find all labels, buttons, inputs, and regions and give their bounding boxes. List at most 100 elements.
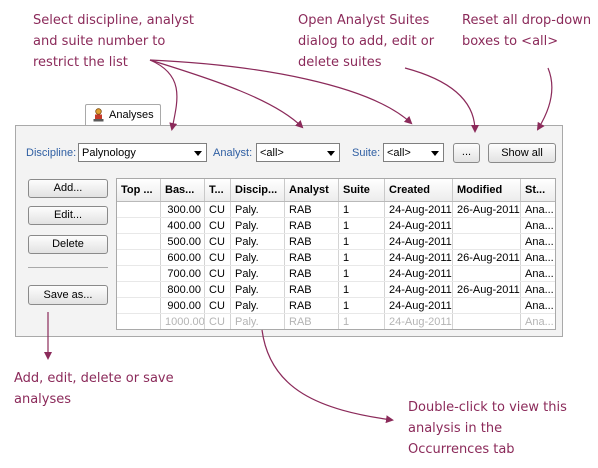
col-header-status[interactable]: St... (521, 179, 555, 201)
cell-top (117, 282, 161, 297)
cell-analyst: RAB (285, 282, 339, 297)
table-row[interactable]: 800.00 CU Paly. RAB 1 24-Aug-2011 26-Aug… (117, 282, 555, 298)
cell-status: Ana... (521, 266, 555, 281)
cell-created: 24-Aug-2011 (385, 218, 453, 233)
cell-status: Ana... (521, 234, 555, 249)
cell-base: 700.00 (161, 266, 205, 281)
cell-modified (453, 298, 521, 313)
col-header-type[interactable]: T... (205, 179, 231, 201)
cell-status: Ana... (521, 298, 555, 313)
cell-suite: 1 (339, 202, 385, 217)
cell-modified (453, 314, 521, 329)
cell-suite: 1 (339, 250, 385, 265)
col-header-modified[interactable]: Modified (453, 179, 521, 201)
cell-discipline: Paly. (231, 250, 285, 265)
arrow-to-show-all (536, 67, 553, 131)
cell-analyst: RAB (285, 234, 339, 249)
discipline-value: Palynology (82, 147, 136, 159)
cell-base: 400.00 (161, 218, 205, 233)
annotation-reset: Reset all drop-down boxes to <all> (462, 13, 592, 49)
cell-type: CU (205, 218, 231, 233)
cell-base: 500.00 (161, 234, 205, 249)
cell-type: CU (205, 250, 231, 265)
cell-discipline: Paly. (231, 202, 285, 217)
chevron-down-icon (194, 151, 202, 156)
cell-discipline: Paly. (231, 314, 285, 329)
cell-modified: 26-Aug-2011 (453, 202, 521, 217)
cell-created: 24-Aug-2011 (385, 234, 453, 249)
cell-status: Ana... (521, 202, 555, 217)
annotation-open-suites: Open Analyst Suites dialog to add, edit … (298, 13, 435, 70)
tab-analyses-label: Analyses (109, 109, 154, 121)
analyses-icon (93, 108, 104, 122)
cell-base: 1000.00 (161, 314, 205, 329)
cell-suite: 1 (339, 266, 385, 281)
cell-type: CU (205, 282, 231, 297)
discipline-select[interactable]: Palynology (78, 143, 207, 162)
cell-status: Ana... (521, 314, 555, 329)
table-header: Top ... Bas... T... Discip... Analyst Su… (117, 179, 555, 202)
cell-suite: 1 (339, 234, 385, 249)
show-all-button[interactable]: Show all (488, 143, 556, 163)
cell-top (117, 266, 161, 281)
cell-created: 24-Aug-2011 (385, 250, 453, 265)
cell-base: 600.00 (161, 250, 205, 265)
save-as-button[interactable]: Save as... (28, 285, 108, 305)
cell-base: 900.00 (161, 298, 205, 313)
cell-created: 24-Aug-2011 (385, 298, 453, 313)
table-row[interactable]: 400.00 CU Paly. RAB 1 24-Aug-2011 Ana... (117, 218, 555, 234)
table-row[interactable]: 900.00 CU Paly. RAB 1 24-Aug-2011 Ana... (117, 298, 555, 314)
table-row[interactable]: 300.00 CU Paly. RAB 1 24-Aug-2011 26-Aug… (117, 202, 555, 218)
cell-top (117, 202, 161, 217)
cell-modified (453, 266, 521, 281)
analyst-select[interactable]: <all> (256, 143, 340, 162)
col-header-base[interactable]: Bas... (161, 179, 205, 201)
cell-analyst: RAB (285, 202, 339, 217)
cell-modified (453, 218, 521, 233)
table-row[interactable]: 1000.00 CU Paly. RAB 1 24-Aug-2011 Ana..… (117, 314, 555, 329)
cell-analyst: RAB (285, 250, 339, 265)
cell-top (117, 250, 161, 265)
cell-modified: 26-Aug-2011 (453, 282, 521, 297)
analyst-label: Analyst: (213, 147, 253, 159)
arrow-to-ellipsis (404, 67, 479, 133)
tab-analyses[interactable]: Analyses (85, 104, 161, 126)
suite-select[interactable]: <all> (383, 143, 444, 162)
col-header-analyst[interactable]: Analyst (285, 179, 339, 201)
cell-created: 24-Aug-2011 (385, 314, 453, 329)
cell-modified: 26-Aug-2011 (453, 250, 521, 265)
table-row[interactable]: 500.00 CU Paly. RAB 1 24-Aug-2011 Ana... (117, 234, 555, 250)
arrow-to-double-click (261, 329, 394, 424)
cell-created: 24-Aug-2011 (385, 282, 453, 297)
cell-suite: 1 (339, 218, 385, 233)
cell-analyst: RAB (285, 314, 339, 329)
cell-top (117, 218, 161, 233)
annotation-add-edit: Add, edit, delete or save analyses (14, 371, 174, 407)
cell-discipline: Paly. (231, 298, 285, 313)
table-row[interactable]: 700.00 CU Paly. RAB 1 24-Aug-2011 Ana... (117, 266, 555, 282)
suite-value: <all> (387, 147, 411, 159)
analyst-suites-button[interactable]: ... (453, 143, 480, 163)
cell-type: CU (205, 298, 231, 313)
col-header-top[interactable]: Top ... (117, 179, 161, 201)
cell-base: 800.00 (161, 282, 205, 297)
col-header-discipline[interactable]: Discip... (231, 179, 285, 201)
chevron-down-icon (327, 151, 335, 156)
cell-top (117, 314, 161, 329)
add-button[interactable]: Add... (28, 179, 108, 198)
analyst-value: <all> (260, 147, 284, 159)
table-row[interactable]: 600.00 CU Paly. RAB 1 24-Aug-2011 26-Aug… (117, 250, 555, 266)
col-header-created[interactable]: Created (385, 179, 453, 201)
cell-base: 300.00 (161, 202, 205, 217)
button-separator (28, 267, 108, 268)
cell-type: CU (205, 202, 231, 217)
delete-button[interactable]: Delete (28, 235, 108, 254)
cell-discipline: Paly. (231, 266, 285, 281)
cell-type: CU (205, 314, 231, 329)
col-header-suite[interactable]: Suite (339, 179, 385, 201)
annotation-select-filter: Select discipline, analyst and suite num… (33, 13, 194, 70)
cell-created: 24-Aug-2011 (385, 266, 453, 281)
cell-analyst: RAB (285, 298, 339, 313)
analyses-table[interactable]: Top ... Bas... T... Discip... Analyst Su… (116, 178, 556, 330)
edit-button[interactable]: Edit... (28, 206, 108, 225)
